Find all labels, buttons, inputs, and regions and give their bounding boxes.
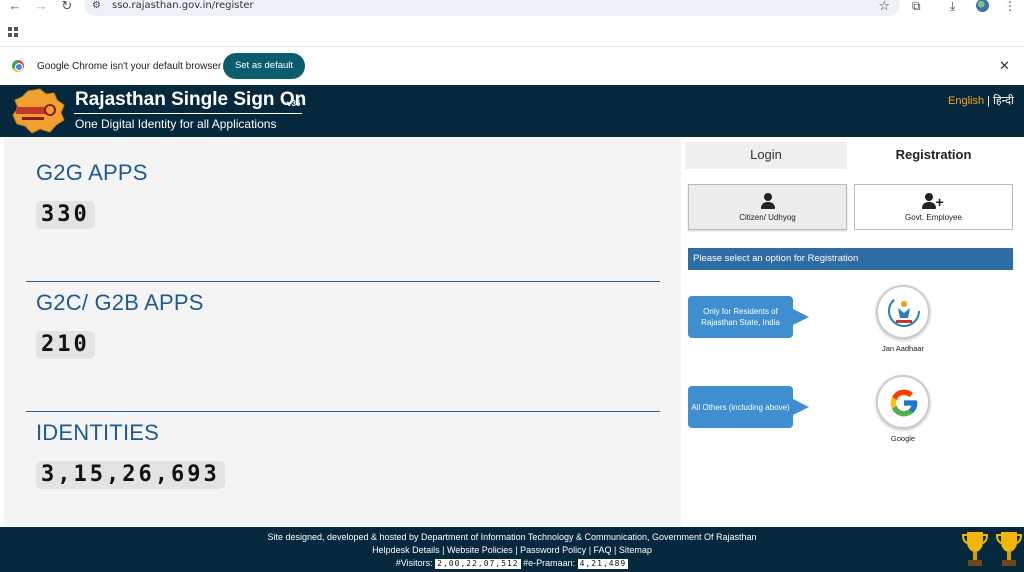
download-icon[interactable]: ⤓ [950, 0, 955, 14]
jan-aadhaar-callout: Only for Residents of Rajasthan State, I… [688, 296, 809, 338]
site-footer: Site designed, developed & hosted by Dep… [0, 527, 1024, 572]
extensions-icon[interactable]: ⧉ [912, 0, 921, 14]
infobar-text: Google Chrome isn't your default browser [37, 61, 222, 72]
google-caption: Google [890, 434, 916, 443]
lang-hindi-link[interactable]: हिन्दी [993, 95, 1014, 107]
lang-separator: | [987, 95, 990, 107]
url-text[interactable]: sso.rajasthan.gov.in/register [112, 0, 254, 11]
footer-links: Helpdesk Details | Website Policies | Pa… [372, 545, 652, 555]
google-callout: All Others (including above) [688, 386, 809, 428]
forward-arrow-icon[interactable]: → [32, 0, 50, 14]
trophy-icon [962, 532, 988, 566]
close-icon[interactable]: ✕ [999, 58, 1010, 74]
footer-link-sitemap[interactable]: Sitemap [619, 545, 652, 555]
default-browser-infobar: Google Chrome isn't your default browser… [0, 46, 1024, 84]
bookmark-star-icon[interactable]: ☆ [878, 0, 890, 14]
footer-link-faq[interactable]: FAQ [594, 545, 612, 555]
tab-registration[interactable]: Registration [851, 142, 1016, 169]
site-header: Rajasthan Single Sign On v36 One Digital… [0, 85, 1024, 137]
epramaan-label: #e-Pramaan: [523, 558, 576, 568]
site-subtitle: One Digital Identity for all Application… [75, 117, 277, 131]
visitors-counter: 2,00,22,07,512 [435, 559, 521, 569]
jan-aadhaar-caption: Jan Aadhaar [881, 344, 925, 353]
auth-panel: Login Registration Citizen/ Udhyog + Gov… [681, 137, 1024, 526]
stats-panel: G2G APPS 330 G2C/ G2B APPS 210 IDENTITIE… [4, 137, 681, 526]
apps-grid-icon[interactable] [8, 27, 18, 37]
footer-counters: #Visitors: 2,00,22,07,512 #e-Pramaan: 4,… [0, 558, 1024, 569]
tab-login[interactable]: Login [685, 142, 847, 169]
language-switcher: English | हिन्दी [948, 93, 1014, 108]
chrome-logo-icon [12, 60, 24, 72]
stat-title-identities: IDENTITIES [36, 420, 160, 445]
browser-toolbar: ← → ↻ ⚙ sso.rajasthan.gov.in/register ☆ … [0, 0, 1024, 46]
footer-credit: Site designed, developed & hosted by Dep… [267, 532, 757, 542]
gov-option-label: Govt. Employee [905, 213, 962, 222]
registration-notice: Please select an option for Registration [688, 248, 1013, 270]
citizen-option-label: Citizen/ Udhyog [739, 213, 796, 222]
set-default-button[interactable]: Set as default [223, 53, 305, 79]
lang-english-link[interactable]: English [948, 95, 984, 107]
site-info-icon[interactable]: ⚙ [92, 0, 101, 11]
user-plus-icon: + [921, 193, 946, 209]
stat-title-g2g: G2G APPS [36, 160, 148, 185]
stat-value-identities: 3,15,26,693 [36, 461, 225, 489]
jan-aadhaar-logo-icon [888, 295, 920, 327]
address-bar[interactable]: ⚙ sso.rajasthan.gov.in/register ☆ [84, 0, 900, 16]
footer-link-helpdesk[interactable]: Helpdesk Details [372, 545, 440, 555]
reload-icon[interactable]: ↻ [58, 0, 76, 14]
gov-employee-option-button[interactable]: + Govt. Employee [854, 184, 1013, 230]
title-underline [74, 113, 302, 114]
visitors-label: #Visitors: [395, 558, 433, 568]
epramaan-counter: 4,21,489 [577, 559, 629, 569]
jan-aadhaar-button[interactable] [876, 285, 930, 339]
stat-title-g2c: G2C/ G2B APPS [36, 290, 204, 315]
back-arrow-icon[interactable]: ← [6, 0, 24, 14]
rajasthan-map-logo-icon[interactable] [10, 88, 66, 134]
stat-divider [26, 281, 660, 282]
version-label: v36 [287, 99, 301, 108]
profile-avatar[interactable] [976, 0, 989, 12]
menu-kebab-icon[interactable]: ⋮ [1004, 0, 1016, 13]
trophy-icon [996, 532, 1022, 566]
stat-divider [26, 411, 660, 412]
stat-value-g2c: 210 [36, 331, 95, 359]
google-button[interactable] [876, 375, 930, 429]
footer-link-policies[interactable]: Website Policies [447, 545, 513, 555]
user-icon [760, 193, 775, 209]
google-logo-icon [890, 389, 918, 417]
footer-link-password-policy[interactable]: Password Policy [520, 545, 586, 555]
site-title: Rajasthan Single Sign On [75, 89, 307, 110]
citizen-option-button[interactable]: Citizen/ Udhyog [688, 184, 847, 230]
stat-value-g2g: 330 [36, 201, 95, 229]
